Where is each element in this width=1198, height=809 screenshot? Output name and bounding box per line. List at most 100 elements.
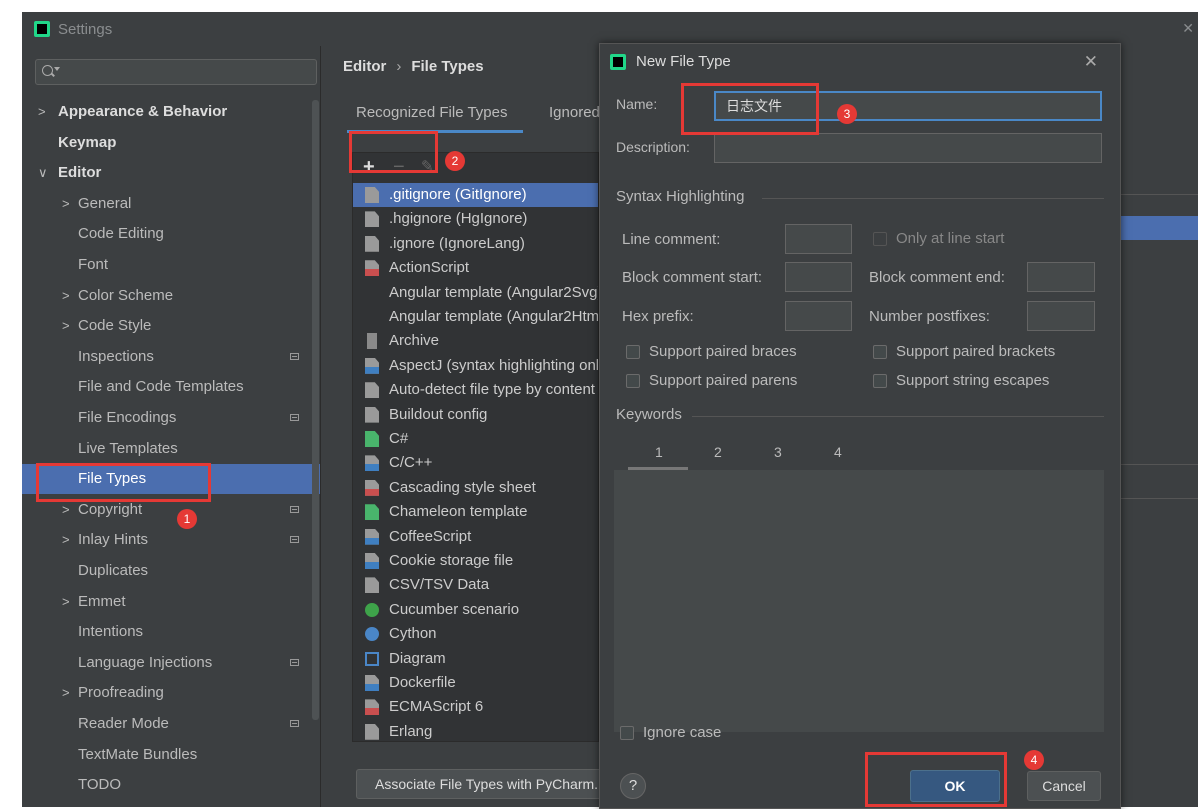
- file-type-icon: [367, 333, 377, 350]
- file-type-icon: [365, 723, 379, 740]
- sidebar-item[interactable]: Duplicates: [22, 556, 320, 586]
- only-at-line-start-label: Only at line start: [896, 230, 1005, 247]
- chevron-right-icon[interactable]: >: [62, 311, 70, 341]
- sidebar-item[interactable]: > Appearance & Behavior: [22, 97, 320, 127]
- file-type-item[interactable]: Auto-detect file type by content: [353, 378, 598, 402]
- file-type-item[interactable]: Angular template (Angular2Html): [353, 305, 598, 329]
- sidebar-item[interactable]: ∨ Editor: [22, 158, 320, 188]
- sidebar-item-label: Color Scheme: [78, 286, 174, 304]
- keywords-tab-2[interactable]: 2: [714, 444, 722, 460]
- sidebar-item[interactable]: TODO: [22, 770, 320, 800]
- sidebar-item[interactable]: Language Injections: [22, 648, 320, 678]
- keywords-textarea[interactable]: [614, 470, 1104, 732]
- file-type-label: Dockerfile: [389, 674, 456, 691]
- sidebar-item[interactable]: File and Code Templates: [22, 372, 320, 402]
- sidebar-item[interactable]: > Inlay Hints: [22, 525, 320, 555]
- file-type-item[interactable]: Diagram: [353, 647, 598, 671]
- file-type-item[interactable]: C#: [353, 427, 598, 451]
- sidebar-item[interactable]: > Code Style: [22, 311, 320, 341]
- file-type-item[interactable]: Angular template (Angular2Svg): [353, 281, 598, 305]
- breadcrumb-parent[interactable]: Editor: [343, 58, 386, 75]
- keywords-tab-4[interactable]: 4: [834, 444, 842, 460]
- chevron-right-icon[interactable]: >: [62, 189, 70, 219]
- file-type-item[interactable]: .gitignore (GitIgnore): [353, 183, 598, 207]
- sidebar-item[interactable]: Code Editing: [22, 219, 320, 249]
- sidebar-item[interactable]: > General: [22, 189, 320, 219]
- file-type-item[interactable]: ECMAScript 6: [353, 695, 598, 719]
- sidebar-item[interactable]: Reader Mode: [22, 709, 320, 739]
- block-comment-start-field[interactable]: [785, 262, 852, 292]
- hex-prefix-field[interactable]: [785, 301, 852, 331]
- file-type-item[interactable]: AspectJ (syntax highlighting only): [353, 354, 598, 378]
- file-type-item[interactable]: .ignore (IgnoreLang): [353, 232, 598, 256]
- chevron-right-icon[interactable]: >: [38, 97, 46, 127]
- support-paired-braces-checkbox[interactable]: [626, 345, 640, 359]
- support-string-escapes-label: Support string escapes: [896, 372, 1050, 389]
- file-type-item[interactable]: Cython: [353, 622, 598, 646]
- file-type-item[interactable]: Cookie storage file: [353, 549, 598, 573]
- help-button[interactable]: ?: [620, 773, 646, 799]
- settings-search-input[interactable]: [35, 59, 317, 85]
- sidebar-item[interactable]: Live Templates: [22, 434, 320, 464]
- sidebar-item[interactable]: Intentions: [22, 617, 320, 647]
- keywords-tab-3[interactable]: 3: [774, 444, 782, 460]
- settings-sidebar: > Appearance & Behavior Keymap ∨ Editor > Gene…: [22, 46, 320, 807]
- syntax-highlighting-title: Syntax Highlighting: [616, 188, 745, 205]
- sidebar-item[interactable]: Font: [22, 250, 320, 280]
- file-type-item[interactable]: Chameleon template: [353, 500, 598, 524]
- sidebar-item[interactable]: > Emmet: [22, 587, 320, 617]
- file-type-item[interactable]: Cascading style sheet: [353, 476, 598, 500]
- sidebar-item[interactable]: > Color Scheme: [22, 281, 320, 311]
- support-paired-brackets-label: Support paired brackets: [896, 343, 1056, 360]
- annotation-box-2: [349, 131, 438, 173]
- file-type-label: .ignore (IgnoreLang): [389, 234, 525, 252]
- sidebar-item[interactable]: Inspections: [22, 342, 320, 372]
- sidebar-item-label: Appearance & Behavior: [58, 103, 228, 120]
- file-type-item[interactable]: .hgignore (HgIgnore): [353, 207, 598, 231]
- search-options-icon[interactable]: [54, 67, 60, 71]
- chevron-down-icon[interactable]: ∨: [38, 158, 48, 188]
- sidebar-scrollbar[interactable]: [312, 100, 319, 720]
- chevron-right-icon[interactable]: >: [62, 587, 70, 617]
- description-field[interactable]: [714, 133, 1102, 163]
- file-type-item[interactable]: Dockerfile: [353, 671, 598, 695]
- title-bar: Settings ✕: [22, 12, 1198, 46]
- keywords-tab-1[interactable]: 1: [655, 444, 663, 460]
- number-postfixes-field[interactable]: [1027, 301, 1095, 331]
- close-icon[interactable]: ✕: [1084, 52, 1098, 72]
- support-paired-parens-checkbox[interactable]: [626, 374, 640, 388]
- file-type-item[interactable]: ActionScript: [353, 256, 598, 280]
- cancel-button[interactable]: Cancel: [1027, 771, 1101, 801]
- support-string-escapes-checkbox[interactable]: [873, 374, 887, 388]
- associate-file-types-button[interactable]: Associate File Types with PyCharm...: [356, 769, 618, 799]
- file-type-item[interactable]: Erlang: [353, 720, 598, 744]
- file-type-icon: [365, 528, 379, 545]
- right-divider: [1110, 194, 1198, 195]
- chevron-right-icon[interactable]: >: [62, 678, 70, 708]
- file-type-item[interactable]: Buildout config: [353, 403, 598, 427]
- file-type-item[interactable]: Cucumber scenario: [353, 598, 598, 622]
- support-paired-brackets-checkbox[interactable]: [873, 345, 887, 359]
- sidebar-item[interactable]: Keymap: [22, 128, 320, 158]
- project-level-icon: [290, 352, 299, 360]
- only-at-line-start-checkbox[interactable]: [873, 232, 887, 246]
- chevron-right-icon[interactable]: >: [62, 281, 70, 311]
- line-comment-field[interactable]: [785, 224, 852, 254]
- file-type-item[interactable]: CSV/TSV Data: [353, 573, 598, 597]
- sidebar-item[interactable]: > Proofreading: [22, 678, 320, 708]
- sidebar-item[interactable]: File Encodings: [22, 403, 320, 433]
- file-type-label: Angular template (Angular2Svg): [389, 283, 598, 301]
- file-type-item[interactable]: C/C++: [353, 451, 598, 475]
- tab-ignored[interactable]: Ignored: [549, 104, 600, 121]
- file-type-icon: [365, 479, 379, 496]
- sidebar-item-label: Inlay Hints: [78, 531, 149, 549]
- tab-recognized-file-types[interactable]: Recognized File Types: [356, 104, 507, 121]
- ignore-case-checkbox[interactable]: [620, 726, 634, 740]
- sidebar-item[interactable]: TextMate Bundles: [22, 740, 320, 770]
- chevron-right-icon[interactable]: >: [62, 525, 70, 555]
- sidebar-item-label: Editor: [58, 164, 102, 182]
- block-comment-end-field[interactable]: [1027, 262, 1095, 292]
- close-icon[interactable]: ✕: [1182, 20, 1194, 37]
- file-type-item[interactable]: CoffeeScript: [353, 525, 598, 549]
- file-type-item[interactable]: Archive: [353, 329, 598, 353]
